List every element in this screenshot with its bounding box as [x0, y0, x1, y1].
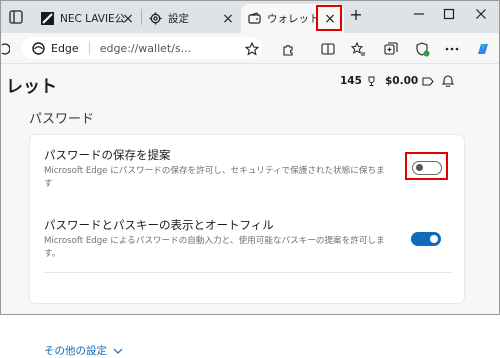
more-settings-label: その他の設定 [44, 345, 107, 357]
window-frame [0, 0, 500, 315]
more-settings-link[interactable]: その他の設定 [44, 343, 123, 358]
chevron-down-icon [113, 348, 123, 354]
